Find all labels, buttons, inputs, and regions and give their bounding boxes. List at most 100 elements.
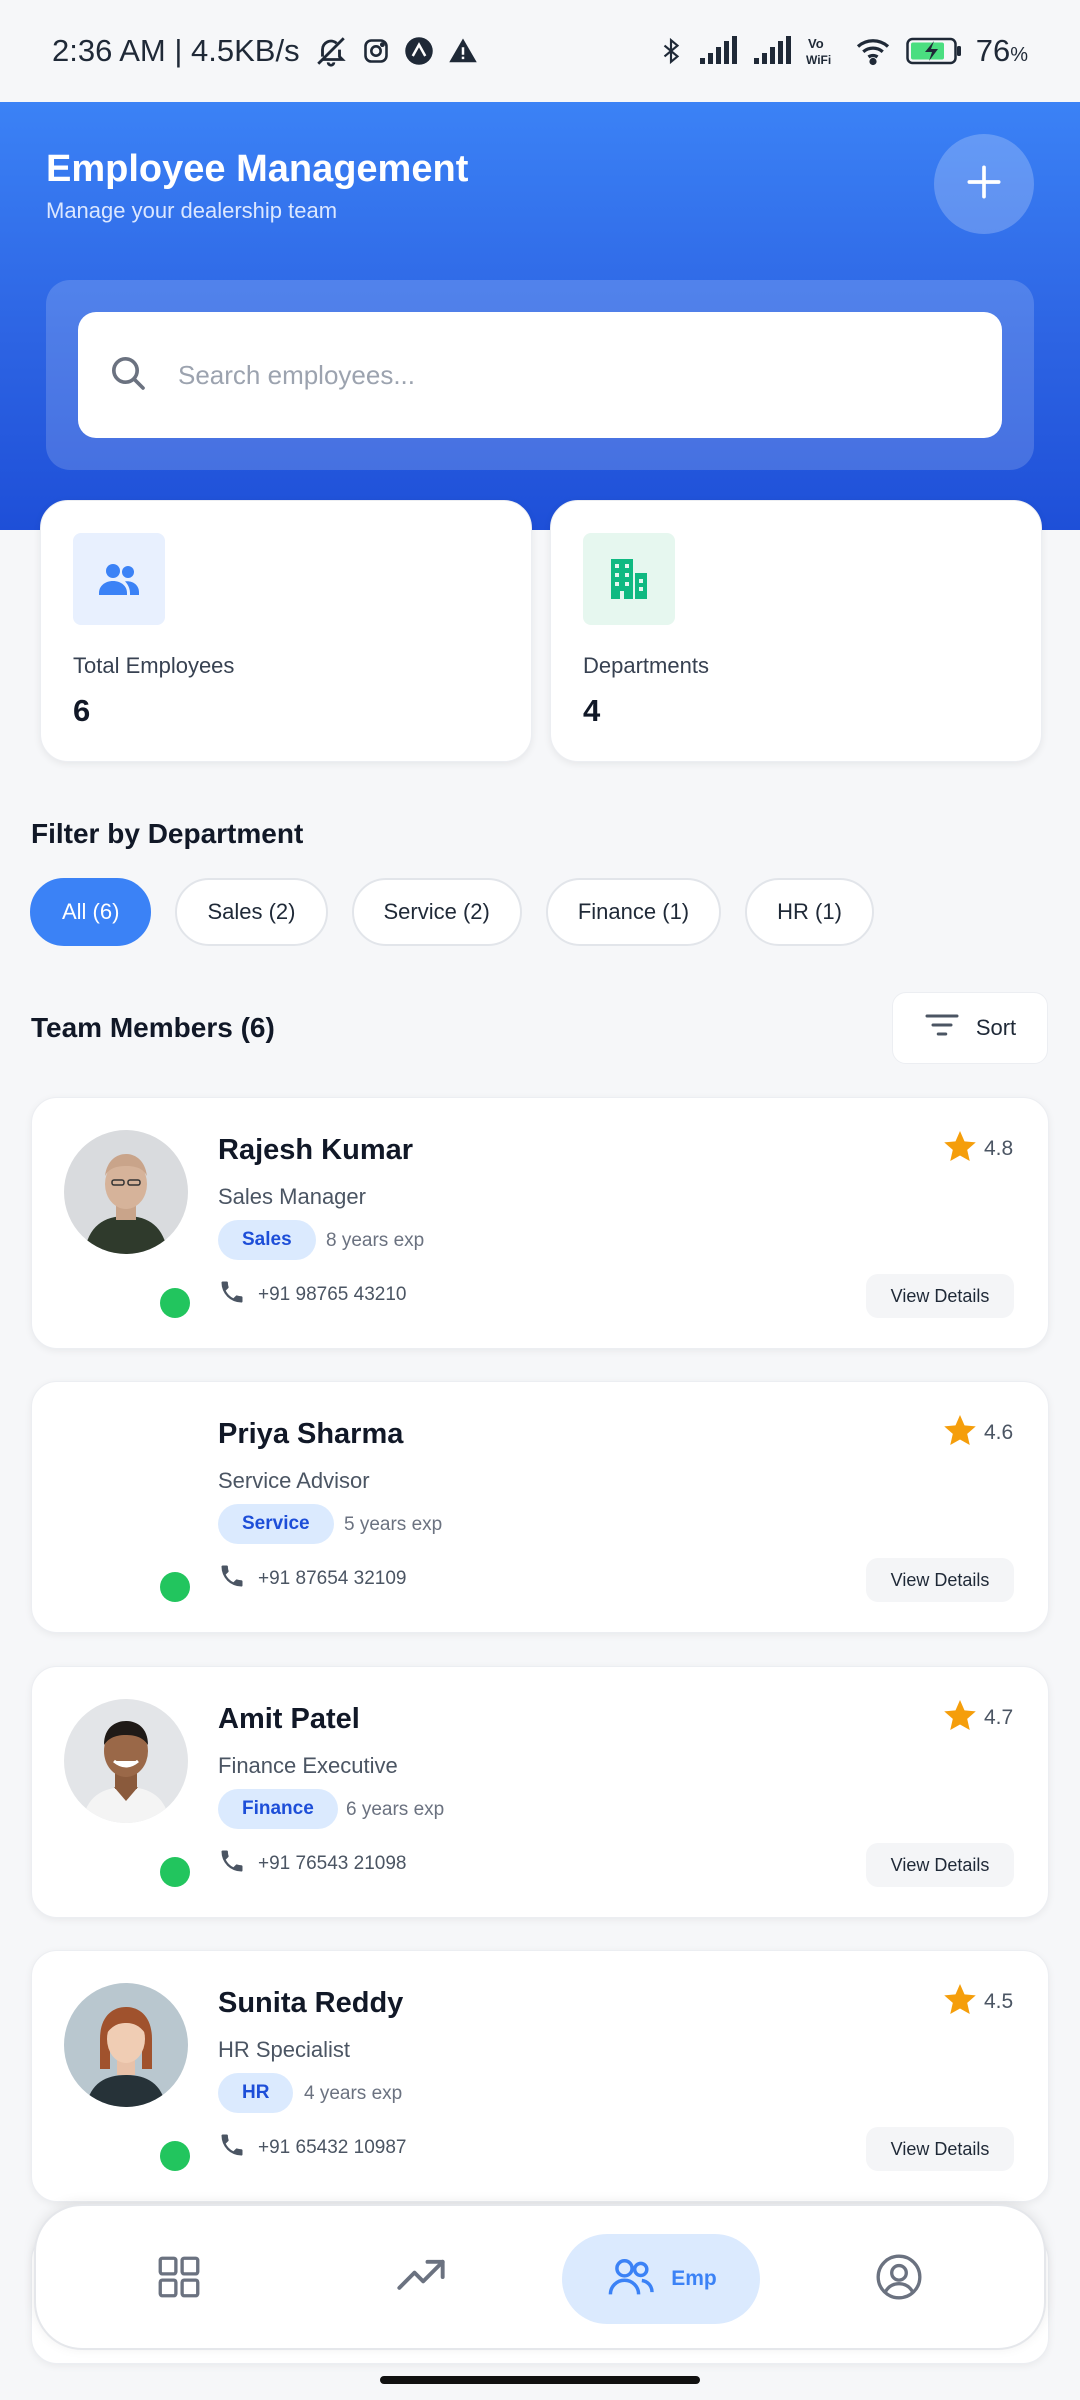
trending-up-icon: [395, 2251, 447, 2308]
plus-icon: [962, 160, 1006, 209]
battery-unit: %: [1010, 44, 1028, 66]
bottom-nav: Emp: [34, 2204, 1046, 2350]
view-details-button[interactable]: View Details: [866, 1558, 1014, 1602]
signal-2-icon: [752, 36, 792, 66]
team-section-title: Team Members (6): [31, 1012, 275, 1043]
phone-icon: [218, 1278, 246, 1312]
building-icon: [583, 533, 675, 625]
view-details-button[interactable]: View Details: [866, 1274, 1014, 1318]
search-input[interactable]: [178, 359, 938, 391]
stat-value: 4: [583, 693, 601, 728]
employee-name: Rajesh Kumar: [218, 1134, 414, 1166]
phone-number: +91 76543 21098: [258, 1853, 407, 1874]
vowifi-icon: Vo WiFi: [806, 34, 840, 68]
status-bar: 2:36 AM | 4.5KB/s Vo WiFi 76%: [0, 0, 1080, 102]
rating: 4.8: [942, 1128, 1013, 1170]
battery-icon: [905, 36, 962, 66]
nav-analytics[interactable]: [376, 2234, 466, 2324]
bluetooth-icon: [658, 34, 684, 68]
nav-dashboard[interactable]: [134, 2234, 224, 2324]
employee-role: Sales Manager: [218, 1184, 366, 1209]
chip-service[interactable]: Service (2): [351, 878, 522, 946]
employee-role: HR Specialist: [218, 2037, 351, 2062]
instagram-icon: [362, 37, 390, 65]
phone-number: +91 87654 32109: [258, 1568, 407, 1589]
grid-icon: [154, 2252, 204, 2307]
avatar: [64, 1130, 188, 1254]
employee-name: Sunita Reddy: [218, 1987, 404, 2019]
phone-row[interactable]: +91 76543 21098: [218, 1847, 406, 1881]
employee-name: Amit Patel: [218, 1703, 360, 1735]
page-subtitle: Manage your dealership team: [46, 198, 338, 223]
star-icon: [942, 1981, 978, 2023]
nav-employees[interactable]: Emp: [562, 2234, 760, 2324]
view-details-button[interactable]: View Details: [866, 1843, 1014, 1887]
employee-role: Finance Executive: [218, 1753, 398, 1778]
sort-label: Sort: [975, 1015, 1017, 1040]
sort-button[interactable]: Sort: [892, 992, 1048, 1064]
department-badge: Finance: [218, 1789, 338, 1829]
app-notification-icon: [404, 36, 434, 66]
rating-value: 4.8: [984, 1137, 1014, 1160]
sort-icon: [924, 1010, 960, 1046]
mute-icon: [314, 34, 348, 68]
header: Employee Management Manage your dealersh…: [0, 102, 1080, 530]
department-badge: HR: [218, 2073, 294, 2113]
department-badge: Service: [218, 1504, 334, 1544]
stat-card-departments: Departments 4: [550, 500, 1042, 762]
star-icon: [942, 1412, 978, 1454]
chip-hr[interactable]: HR (1): [745, 878, 874, 946]
employee-role: Service Advisor: [218, 1468, 370, 1493]
online-status-indicator: [160, 1572, 190, 1602]
stat-card-total-employees: Total Employees 6: [40, 500, 532, 762]
star-icon: [942, 1128, 978, 1170]
phone-row[interactable]: +91 65432 10987: [218, 2131, 406, 2165]
status-time: 2:36 AM | 4.5KB/s: [52, 33, 300, 68]
rating-value: 4.7: [984, 1706, 1014, 1729]
search-container: [46, 280, 1034, 470]
svg-text:WiFi: WiFi: [806, 53, 831, 67]
search-box[interactable]: [78, 312, 1002, 438]
phone-number: +91 65432 10987: [258, 2137, 407, 2158]
phone-icon: [218, 2131, 246, 2165]
phone-row[interactable]: +91 87654 32109: [218, 1562, 406, 1596]
online-status-indicator: [160, 1857, 190, 1887]
svg-text:Vo: Vo: [808, 36, 824, 51]
nav-label: Emp: [671, 2267, 717, 2290]
stat-label: Total Employees: [73, 653, 235, 678]
warning-icon: [448, 36, 478, 66]
nav-profile[interactable]: [854, 2234, 944, 2324]
add-employee-button[interactable]: [934, 134, 1034, 234]
chip-all[interactable]: All (6): [30, 878, 152, 946]
employee-card[interactable]: Amit Patel Finance Executive Finance 6 y…: [31, 1666, 1049, 1918]
experience-text: 5 years exp: [344, 1514, 443, 1535]
wifi-icon: [854, 36, 892, 66]
experience-text: 6 years exp: [346, 1799, 445, 1820]
phone-number: +91 98765 43210: [258, 1284, 407, 1305]
employee-card[interactable]: Rajesh Kumar Sales Manager Sales 8 years…: [31, 1097, 1049, 1349]
chip-sales[interactable]: Sales (2): [175, 878, 328, 946]
people-icon: [73, 533, 165, 625]
page-title: Employee Management: [46, 148, 469, 190]
home-indicator: [380, 2376, 700, 2384]
department-filter-chips: All (6) Sales (2) Service (2) Finance (1…: [30, 878, 874, 946]
stat-value: 6: [73, 693, 91, 728]
employee-name: Priya Sharma: [218, 1418, 404, 1450]
view-details-button[interactable]: View Details: [866, 2127, 1014, 2171]
employee-card[interactable]: Priya Sharma Service Advisor Service 5 y…: [31, 1381, 1049, 1633]
experience-text: 4 years exp: [304, 2083, 403, 2104]
phone-icon: [218, 1847, 246, 1881]
avatar: [64, 1983, 188, 2107]
chip-finance[interactable]: Finance (1): [545, 878, 722, 946]
rating-value: 4.5: [984, 1990, 1014, 2013]
stat-label: Departments: [583, 653, 709, 678]
signal-icon: [698, 36, 738, 66]
rating: 4.5: [942, 1981, 1013, 2023]
filter-section-title: Filter by Department: [31, 818, 304, 849]
phone-row[interactable]: +91 98765 43210: [218, 1278, 406, 1312]
online-status-indicator: [160, 2141, 190, 2171]
employee-card[interactable]: Sunita Reddy HR Specialist HR 4 years ex…: [31, 1950, 1049, 2202]
department-badge: Sales: [218, 1220, 316, 1260]
people-icon: [605, 2251, 657, 2308]
rating-value: 4.6: [984, 1421, 1014, 1444]
